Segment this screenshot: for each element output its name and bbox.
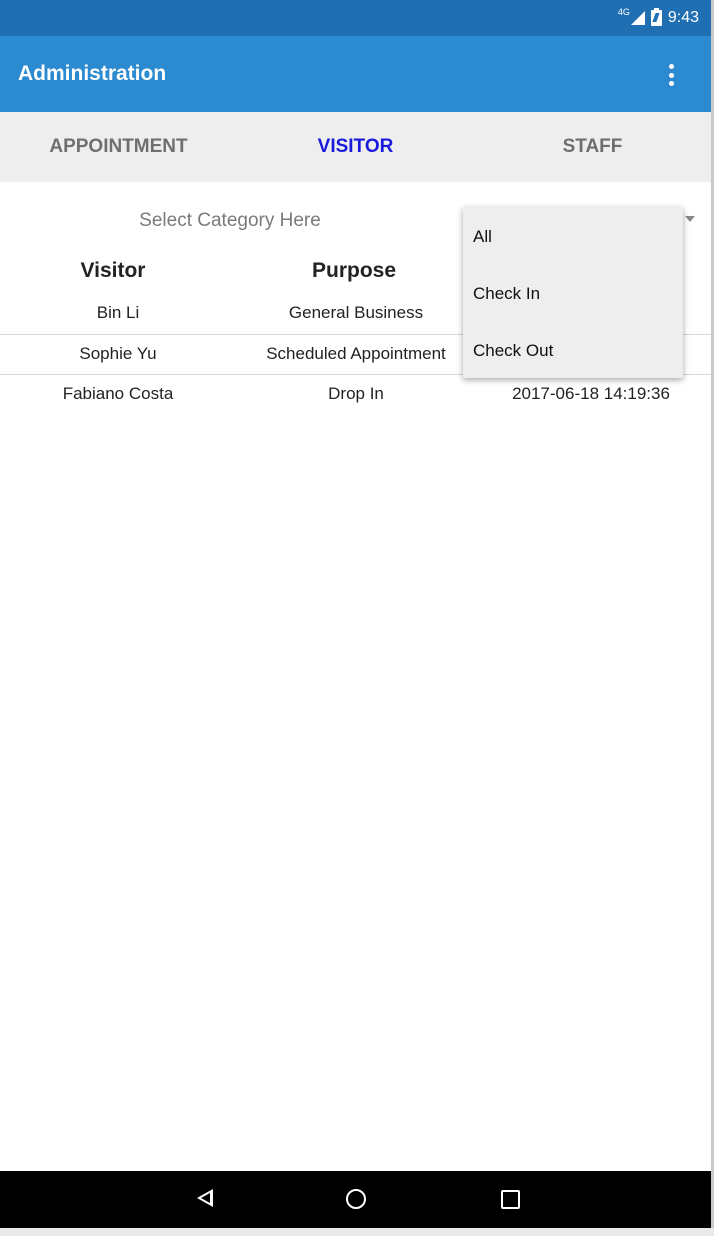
purpose-cell: General Business [288,303,424,322]
status-bar: 4G 9:43 [0,0,711,36]
category-dropdown-menu: All Check In Check Out [463,207,683,378]
frame-edge [0,1228,714,1236]
battery-icon [650,8,662,26]
purpose-cell: Drop In [328,384,384,403]
back-icon[interactable] [197,1189,213,1207]
dropdown-option-all[interactable]: All [463,207,683,264]
recents-icon[interactable] [501,1190,520,1209]
purpose-cell: Scheduled Appointment [266,344,446,363]
table-row[interactable]: Fabiano Costa Drop In 2017-06-18 14:19:3… [0,374,711,415]
clock: 9:43 [667,9,699,26]
tab-bar: APPOINTMENT VISITOR STAFF [0,112,711,182]
time-cell: 2017-06-18 14:19:36 [512,384,670,403]
visitor-cell: Fabiano Costa [62,384,174,403]
overflow-menu-icon[interactable] [667,64,675,86]
tab-staff[interactable]: STAFF [474,112,711,182]
dropdown-option-check-out[interactable]: Check Out [463,321,683,378]
visitor-cell: Sophie Yu [79,344,157,363]
tab-visitor[interactable]: VISITOR [237,112,474,182]
app-bar: Administration [0,36,711,112]
navigation-bar [0,1171,711,1228]
tab-appointment[interactable]: APPOINTMENT [0,112,237,182]
visitor-cell: Bin Li [96,303,140,322]
page-title: Administration [18,62,167,85]
category-select-label[interactable]: Select Category Here [0,210,460,232]
column-header-visitor: Visitor [80,259,146,282]
home-icon[interactable] [346,1189,366,1209]
signal-icon: 4G [618,7,645,25]
dropdown-arrow-icon[interactable] [685,216,695,222]
status-icons: 4G 9:43 [618,0,699,36]
column-header-purpose: Purpose [311,259,397,282]
dropdown-option-check-in[interactable]: Check In [463,264,683,321]
network-type: 4G [617,7,630,17]
